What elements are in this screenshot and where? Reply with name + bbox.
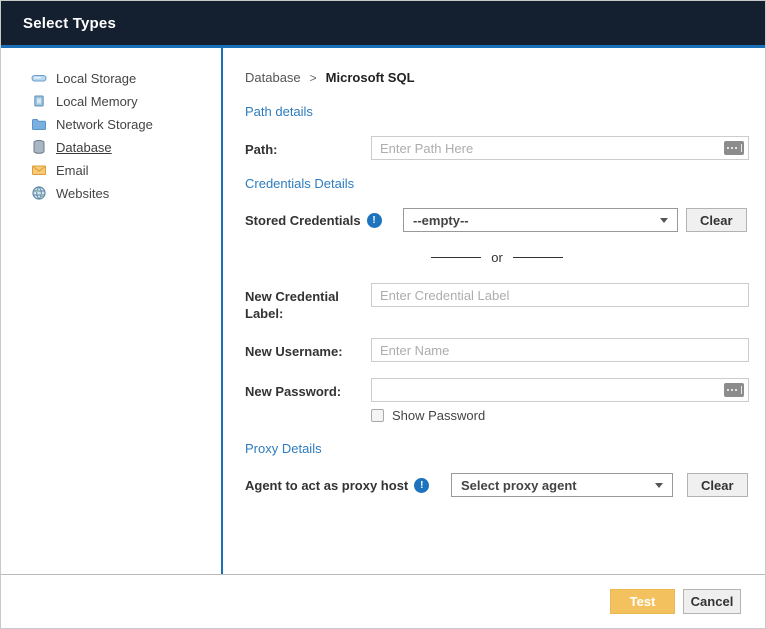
breadcrumb-separator-icon: > (310, 71, 317, 85)
new-password-label: New Password: (245, 378, 371, 400)
new-username-label: New Username: (245, 338, 371, 360)
sidebar-item-label: Local Storage (56, 71, 136, 86)
password-expand-ellipsis-icon[interactable] (724, 383, 744, 397)
show-password-row: Show Password (371, 408, 749, 423)
new-credential-label-label: New Credential Label: (245, 283, 371, 322)
stored-credentials-row: Stored Credentials ! --empty-- Clear (245, 208, 749, 232)
info-icon[interactable]: ! (367, 213, 382, 228)
chevron-down-icon (655, 483, 663, 488)
memory-chip-icon (31, 93, 47, 109)
new-credential-label-input[interactable] (371, 283, 749, 307)
info-icon[interactable]: ! (414, 478, 429, 493)
chevron-down-icon (660, 218, 668, 223)
sidebar-item-label: Websites (56, 186, 109, 201)
or-text: or (491, 250, 503, 265)
path-label: Path: (245, 136, 371, 158)
new-username-row: New Username: (245, 338, 749, 362)
stored-credentials-label: Stored Credentials (245, 212, 361, 229)
stored-credentials-label-group: Stored Credentials ! (245, 208, 403, 229)
breadcrumb-parent[interactable]: Database (245, 70, 301, 85)
envelope-icon (31, 162, 47, 178)
database-icon (31, 139, 47, 155)
breadcrumb-current: Microsoft SQL (326, 70, 415, 85)
proxy-details-heading: Proxy Details (245, 441, 749, 456)
new-username-input[interactable] (371, 338, 749, 362)
proxy-agent-row: Agent to act as proxy host ! Select prox… (245, 473, 749, 497)
breadcrumb: Database > Microsoft SQL (245, 70, 749, 85)
stored-credentials-value: --empty-- (413, 213, 469, 228)
sidebar-item-local-memory[interactable]: Local Memory (31, 93, 221, 109)
folder-icon (31, 116, 47, 132)
sidebar-item-label: Email (56, 163, 89, 178)
stored-credentials-dropdown[interactable]: --empty-- (403, 208, 678, 232)
new-password-input[interactable] (371, 378, 749, 402)
or-divider: or (245, 250, 749, 265)
proxy-agent-value: Select proxy agent (461, 478, 577, 493)
path-expand-ellipsis-icon[interactable] (724, 141, 744, 155)
proxy-agent-dropdown[interactable]: Select proxy agent (451, 473, 673, 497)
dialog-footer: Test Cancel (1, 574, 765, 628)
sidebar-item-database[interactable]: Database (31, 139, 221, 155)
select-types-dialog: Select Types Local Storage Local Memory (0, 0, 766, 629)
hard-drive-icon (31, 70, 47, 86)
type-sidebar: Local Storage Local Memory Network Stora… (1, 48, 221, 574)
new-password-row: New Password: (245, 378, 749, 402)
sidebar-item-email[interactable]: Email (31, 162, 221, 178)
path-details-heading: Path details (245, 104, 749, 119)
sidebar-item-label: Network Storage (56, 117, 153, 132)
path-input[interactable] (371, 136, 749, 160)
sidebar-item-label: Local Memory (56, 94, 138, 109)
test-button[interactable]: Test (610, 589, 675, 614)
new-credential-label-row: New Credential Label: (245, 283, 749, 322)
dialog-header: Select Types (1, 1, 765, 45)
sidebar-item-network-storage[interactable]: Network Storage (31, 116, 221, 132)
divider-line (513, 257, 563, 258)
show-password-checkbox[interactable] (371, 409, 384, 422)
credentials-details-heading: Credentials Details (245, 176, 749, 191)
show-password-label: Show Password (392, 408, 485, 423)
dialog-title: Select Types (23, 15, 116, 32)
sidebar-item-websites[interactable]: Websites (31, 185, 221, 201)
sidebar-item-label: Database (56, 140, 112, 155)
proxy-agent-label: Agent to act as proxy host (245, 477, 408, 494)
proxy-agent-clear-button[interactable]: Clear (687, 473, 748, 497)
globe-icon (31, 185, 47, 201)
stored-credentials-clear-button[interactable]: Clear (686, 208, 747, 232)
path-row: Path: (245, 136, 749, 160)
divider-line (431, 257, 481, 258)
proxy-agent-label-group: Agent to act as proxy host ! (245, 473, 451, 494)
sidebar-item-local-storage[interactable]: Local Storage (31, 70, 221, 86)
dialog-body: Local Storage Local Memory Network Stora… (1, 48, 765, 574)
type-detail-panel: Database > Microsoft SQL Path details Pa… (223, 48, 765, 574)
cancel-button[interactable]: Cancel (683, 589, 741, 614)
